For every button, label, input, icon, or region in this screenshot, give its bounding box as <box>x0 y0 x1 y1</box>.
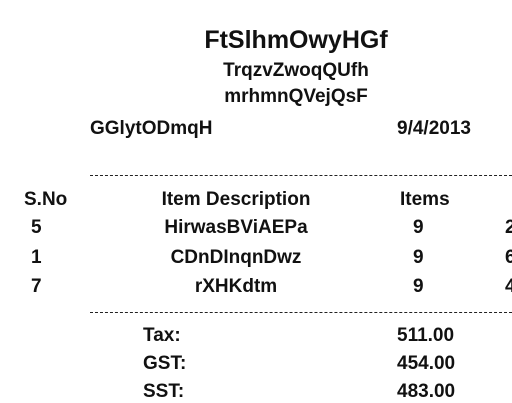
row-sno: 7 <box>31 276 42 297</box>
total-label-tax: Tax: <box>143 325 181 346</box>
total-value-tax: 511.00 <box>397 325 455 346</box>
row-description: rXHKdtm <box>194 276 278 297</box>
row-extra: 6 <box>505 247 512 268</box>
row-sno: 5 <box>31 217 42 238</box>
row-items: 9 <box>413 217 424 238</box>
cashier-code: GGlytODmqH <box>90 118 213 139</box>
row-sno: 1 <box>31 247 42 268</box>
row-extra: 2 <box>505 217 512 238</box>
store-subtitle-2: mrhmnQVejQsF <box>224 86 368 107</box>
divider-top <box>90 175 512 176</box>
column-header-sno: S.No <box>24 189 68 210</box>
store-name: FtSlhmOwyHGf <box>204 26 388 54</box>
total-value-gst: 454.00 <box>397 353 456 374</box>
receipt: FtSlhmOwyHGf TrqzvZwoqQUfh mrhmnQVejQsF … <box>0 0 512 402</box>
total-label-gst: GST: <box>143 353 187 374</box>
divider-bottom <box>90 312 512 313</box>
row-extra: 4 <box>505 276 512 297</box>
column-header-description: Item Description <box>161 189 311 210</box>
row-items: 9 <box>413 276 424 297</box>
column-header-items: Items <box>400 189 450 210</box>
row-description: HirwasBViAEPa <box>164 217 308 238</box>
row-items: 9 <box>413 247 424 268</box>
receipt-date: 9/4/2013 <box>397 118 471 139</box>
store-subtitle-1: TrqzvZwoqQUfh <box>223 60 369 81</box>
row-description: CDnDInqnDwz <box>170 247 302 268</box>
